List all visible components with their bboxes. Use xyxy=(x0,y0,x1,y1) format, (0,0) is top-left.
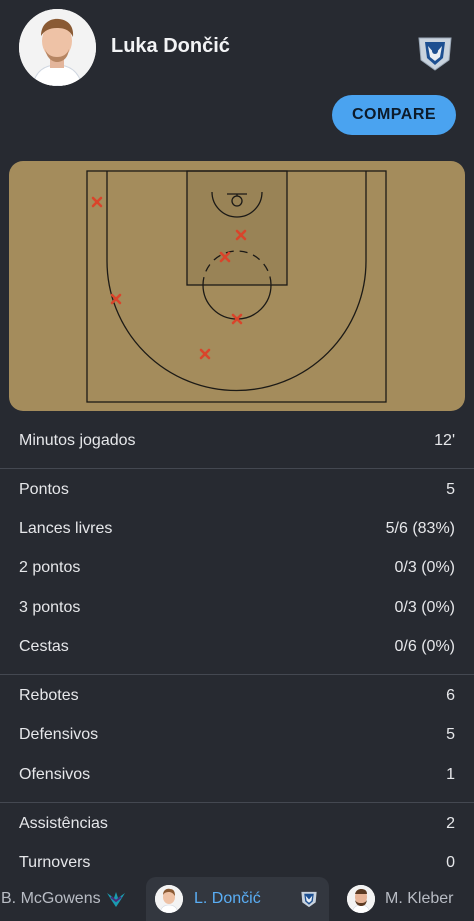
stat-value: 12' xyxy=(434,432,455,449)
stat-row-three-points: 3 pontos 0/3 (0%) xyxy=(0,588,474,627)
mavericks-logo-icon xyxy=(299,889,319,909)
tab-label: L. Dončić xyxy=(194,890,261,907)
player-name: Luka Dončić xyxy=(111,35,230,57)
stat-row-points: Pontos 5 xyxy=(0,470,474,509)
stat-value: 0/6 (0%) xyxy=(394,637,455,655)
stat-value: 5 xyxy=(446,480,455,498)
stat-row-field-goals: Cestas 0/6 (0%) xyxy=(0,627,474,666)
stat-label: Rebotes xyxy=(19,687,79,705)
stat-label: Turnovers xyxy=(19,854,91,872)
stat-row-minutes: Minutos jogados 12' xyxy=(0,420,474,462)
player-avatar xyxy=(19,9,96,86)
tab-label: M. Kleber xyxy=(385,890,454,907)
stat-label: Assistências xyxy=(19,815,108,833)
stat-value: 5/6 (83%) xyxy=(385,519,455,537)
tab-label: B. McGowens xyxy=(1,890,101,907)
stat-row-rebounds: Rebotes 6 xyxy=(0,676,474,715)
stat-label: Pontos xyxy=(19,480,69,498)
stat-label: Lances livres xyxy=(19,519,113,537)
stat-row-defensive: Defensivos 5 xyxy=(0,716,474,755)
compare-button[interactable]: COMPARE xyxy=(332,95,456,135)
stat-label: Defensivos xyxy=(19,726,99,744)
divider xyxy=(0,802,474,804)
player-tab-bar: B. McGowens L. Dončić M. Kleber xyxy=(0,877,474,921)
tab-doncic[interactable]: L. Dončić xyxy=(146,877,329,921)
stat-row-free-throws: Lances livres 5/6 (83%) xyxy=(0,509,474,548)
stat-value: 6 xyxy=(446,687,455,705)
player-header: Luka Dončić COMPARE xyxy=(0,0,474,160)
player-avatar xyxy=(155,885,183,913)
shot-miss-marker xyxy=(199,348,211,360)
stat-row-two-points: 2 pontos 0/3 (0%) xyxy=(0,549,474,588)
stat-value: 2 xyxy=(446,815,455,833)
stat-row-offensive: Ofensivos 1 xyxy=(0,755,474,794)
stat-row-assists: Assistências 2 xyxy=(0,804,474,843)
shot-chart-court xyxy=(9,161,465,411)
stat-label: Minutos jogados xyxy=(19,432,136,449)
stat-value: 5 xyxy=(446,726,455,744)
stats-list: Minutos jogados 12' Pontos 5 Lances livr… xyxy=(0,420,474,883)
tab-mcgowens[interactable]: B. McGowens xyxy=(0,877,140,921)
mavericks-logo-icon xyxy=(414,32,456,74)
stat-label: 2 pontos xyxy=(19,559,81,577)
player-avatar xyxy=(347,885,375,913)
stat-value: 1 xyxy=(446,765,455,783)
divider xyxy=(0,674,474,676)
stat-value: 0/3 (0%) xyxy=(394,559,455,577)
stat-label: Cestas xyxy=(19,637,69,655)
stat-label: Ofensivos xyxy=(19,765,91,783)
hornets-logo-icon xyxy=(105,889,127,909)
stat-value: 0/3 (0%) xyxy=(394,598,455,616)
shot-miss-marker xyxy=(91,196,103,208)
stat-value: 0 xyxy=(446,854,455,872)
stat-label: 3 pontos xyxy=(19,598,81,616)
tab-kleber[interactable]: M. Kleber xyxy=(347,877,474,921)
